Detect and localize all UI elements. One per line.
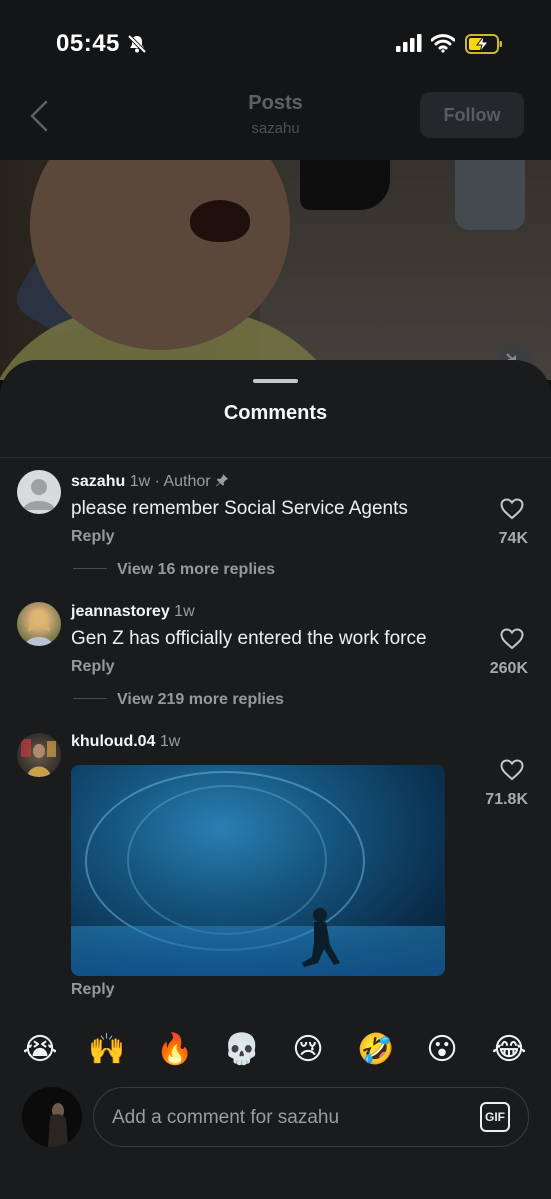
comment-text: Gen Z has officially entered the work fo…	[71, 628, 427, 649]
pin-icon	[215, 474, 228, 487]
emoji-loudly-crying[interactable]: 😭	[22, 1032, 58, 1068]
avatar-photo	[21, 739, 56, 777]
heart-icon[interactable]	[500, 759, 524, 781]
avatar-photo	[22, 1087, 82, 1147]
status-time: 05:45	[56, 30, 120, 57]
comment-input[interactable]: Add a comment for sazahu GIF	[93, 1087, 529, 1147]
wifi-icon	[431, 34, 455, 53]
username[interactable]: sazahu	[71, 473, 125, 490]
view-replies-button[interactable]: View 16 more replies	[73, 561, 275, 579]
heart-icon[interactable]	[500, 628, 524, 650]
status-bar: 05:45	[0, 0, 551, 90]
view-replies-label: View 219 more replies	[117, 691, 284, 708]
emoji-fire[interactable]: 🔥	[156, 1032, 193, 1068]
sheet-title: Comments	[223, 402, 328, 424]
divider	[0, 457, 551, 458]
my-avatar	[22, 1087, 82, 1147]
emoji-quick-row: 😭 🙌 🔥 💀 😢 🤣 😮 😂	[0, 1022, 551, 1080]
emoji-surprised[interactable]: 😮	[424, 1032, 460, 1068]
like-count: 71.8K	[485, 791, 528, 808]
username[interactable]: jeannastorey	[71, 603, 170, 620]
comment-author[interactable]: khuloud.04 1w	[71, 733, 180, 751]
comment-author[interactable]: sazahu 1w · Author	[71, 473, 229, 491]
comment-meta: 1w	[155, 733, 181, 750]
reply-button[interactable]: Reply	[71, 658, 115, 676]
avatar[interactable]	[17, 602, 61, 646]
view-replies-button[interactable]: View 219 more replies	[73, 691, 284, 709]
view-replies-label: View 16 more replies	[117, 561, 276, 578]
default-avatar-icon	[23, 479, 55, 510]
comments-sheet: Comments sazahu 1w · Author please remem…	[0, 360, 551, 1199]
like-count: 260K	[489, 660, 528, 677]
comment-meta: 1w	[169, 603, 195, 620]
like-count: 74K	[498, 530, 528, 547]
diver-figure	[302, 908, 340, 967]
signal-icon	[396, 34, 422, 52]
video-player[interactable]	[0, 160, 551, 380]
gif-media[interactable]	[71, 765, 445, 976]
avatar[interactable]	[17, 733, 61, 777]
comment-meta: 1w · Author	[125, 473, 211, 490]
emoji-raising-hands[interactable]: 🙌	[88, 1032, 125, 1068]
emoji-joy[interactable]: 😂	[491, 1032, 527, 1068]
sheet-drag-handle[interactable]	[253, 379, 298, 383]
reply-button[interactable]: Reply	[71, 981, 115, 999]
follow-button[interactable]: Follow	[420, 92, 524, 138]
bell-off-icon	[127, 34, 147, 54]
comment-input-placeholder: Add a comment for sazahu	[112, 1107, 340, 1128]
avatar-photo	[25, 608, 53, 646]
posts-header: Posts sazahu Follow	[0, 90, 551, 160]
emoji-rofl[interactable]: 🤣	[357, 1032, 394, 1068]
gif-button[interactable]: GIF	[480, 1102, 510, 1132]
avatar[interactable]	[17, 470, 61, 514]
username[interactable]: khuloud.04	[71, 733, 155, 750]
emoji-skull[interactable]: 💀	[223, 1032, 260, 1068]
comment-author[interactable]: jeannastorey 1w	[71, 603, 195, 621]
comment-text: please remember Social Service Agents	[71, 498, 408, 519]
scroll-fade	[0, 1000, 551, 1022]
battery-charging-icon	[465, 34, 502, 54]
heart-icon[interactable]	[500, 498, 524, 520]
emoji-crying[interactable]: 😢	[290, 1032, 326, 1068]
reply-button[interactable]: Reply	[71, 528, 115, 546]
